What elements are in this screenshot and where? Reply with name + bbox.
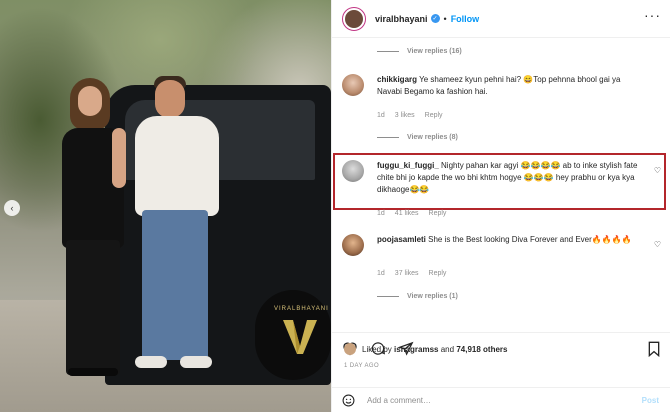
add-comment-row: Add a comment… Post xyxy=(332,387,670,412)
comment-text: fuggu_ki_fuggi_ Nighty pahan kar agyi 😂😂… xyxy=(377,161,638,194)
commenter-username[interactable]: fuggu_ki_fuggi_ xyxy=(377,161,439,170)
man-white-sweater xyxy=(135,116,219,216)
post-time[interactable]: 1 DAY AGO xyxy=(344,363,379,369)
author-avatar[interactable] xyxy=(342,6,366,31)
liked-by-row: Liked by ishagramss and 74,918 others xyxy=(344,343,507,355)
liker-avatar[interactable] xyxy=(344,343,356,355)
commenter-username[interactable]: chikkigarg xyxy=(377,75,417,84)
woman-arm xyxy=(112,128,126,188)
post-header: viralbhayani ✓ • Follow ··· xyxy=(332,0,670,38)
watermark-text: VIRALBHAYANI xyxy=(274,306,329,312)
comment-text: chikkigarg Ye shameez kyun pehni hai? 😄T… xyxy=(377,75,621,96)
separator-dot: • xyxy=(443,13,447,24)
add-comment-input[interactable]: Add a comment… xyxy=(367,396,431,405)
comment-likes[interactable]: 37 likes xyxy=(395,270,419,277)
comment-meta: 1d 41 likes Reply xyxy=(377,210,447,217)
reply-button[interactable]: Reply xyxy=(429,210,447,217)
emoji-icon[interactable] xyxy=(342,394,355,407)
view-replies-link[interactable]: View replies (16) xyxy=(377,48,462,55)
view-replies-link[interactable]: View replies (8) xyxy=(377,134,458,141)
more-icon[interactable]: ··· xyxy=(644,8,661,22)
post-sidebar: viralbhayani ✓ • Follow ··· View replies… xyxy=(331,0,670,412)
comment-likes[interactable]: 3 likes xyxy=(395,112,415,119)
previous-arrow-icon[interactable]: ‹ xyxy=(4,200,20,216)
commenter-avatar[interactable] xyxy=(342,234,364,256)
man-shoe-left xyxy=(135,356,167,368)
save-bookmark-icon[interactable] xyxy=(647,341,661,357)
man-shoe-right xyxy=(180,356,212,368)
instagram-post: VIRALBHAYANI ‹ viralbhayani ✓ • Follow ·… xyxy=(0,0,670,412)
like-comment-heart-icon[interactable]: ♡ xyxy=(654,166,661,175)
woman-trousers xyxy=(66,240,120,375)
commenter-username[interactable]: poojasamleti xyxy=(377,235,426,244)
woman-face xyxy=(78,86,102,116)
comment-meta: 1d 3 likes Reply xyxy=(377,112,443,119)
like-comment-heart-icon[interactable]: ♡ xyxy=(654,240,661,249)
reply-button[interactable]: Reply xyxy=(425,112,443,119)
commenter-avatar[interactable] xyxy=(342,74,364,96)
reply-button[interactable]: Reply xyxy=(429,270,447,277)
comment-text: poojasamleti She is the Best looking Div… xyxy=(377,235,632,244)
post-photo[interactable]: VIRALBHAYANI ‹ xyxy=(0,0,331,412)
man-face xyxy=(155,80,185,118)
view-replies-link[interactable]: View replies (1) xyxy=(377,293,458,300)
comment-meta: 1d 37 likes Reply xyxy=(377,270,447,277)
comments-list[interactable]: View replies (16) chikkigarg Ye shameez … xyxy=(332,38,670,332)
post-comment-button[interactable]: Post xyxy=(642,396,659,405)
watermark-logo-icon xyxy=(283,320,317,354)
follow-button[interactable]: Follow xyxy=(451,14,480,24)
liker-username[interactable]: ishagramss xyxy=(394,345,438,354)
author-username[interactable]: viralbhayani xyxy=(375,14,428,24)
commenter-avatar[interactable] xyxy=(342,160,364,182)
likes-count[interactable]: 74,918 others xyxy=(456,345,507,354)
comment-likes[interactable]: 41 likes xyxy=(395,210,419,217)
man-jeans xyxy=(142,210,208,360)
verified-badge-icon: ✓ xyxy=(430,14,440,23)
woman-shoes xyxy=(68,368,118,376)
